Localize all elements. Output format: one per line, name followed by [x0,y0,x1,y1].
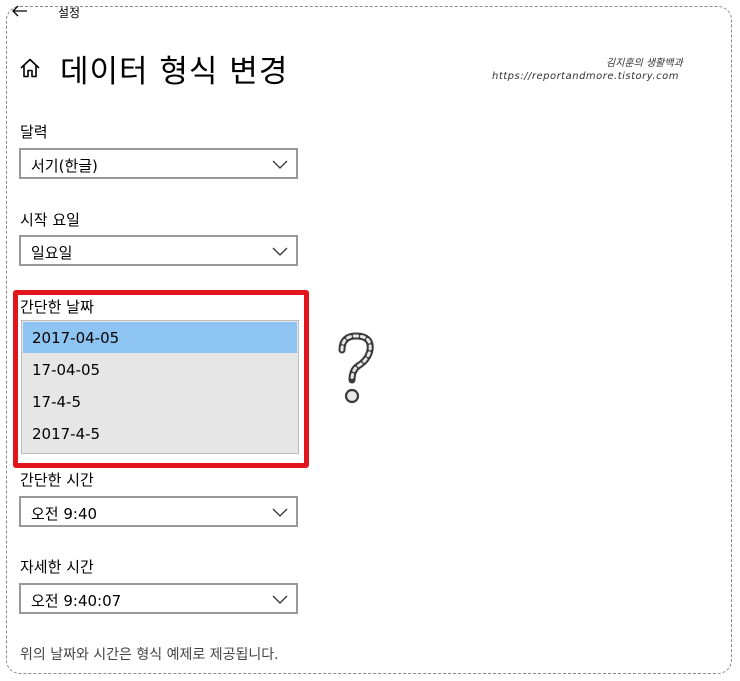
long-time-select[interactable]: 오전 9:40:07 [19,583,298,614]
page-title: 데이터 형식 변경 [60,54,289,90]
calendar-value: 서기(한글) [31,157,98,175]
first-day-select[interactable]: 일요일 [19,235,298,266]
calendar-select[interactable]: 서기(한글) [19,148,298,179]
chevron-down-icon [272,508,288,517]
first-day-label: 시작 요일 [20,211,80,229]
arrow-left-icon [12,5,27,17]
home-icon[interactable] [18,56,42,80]
calendar-label: 달력 [20,123,48,141]
window-title: 설정 [58,6,81,20]
short-date-label: 간단한 날짜 [20,298,94,316]
short-time-label: 간단한 시간 [20,471,94,489]
long-time-label: 자세한 시간 [20,558,94,576]
short-date-option[interactable]: 2017-4-5 [23,418,297,449]
short-date-option[interactable]: 17-4-5 [23,386,297,417]
question-mark-icon [338,332,374,404]
back-button[interactable] [10,2,30,20]
watermark-name: 김지훈의 생활백과 [606,58,683,69]
first-day-value: 일요일 [31,244,73,262]
footer-note: 위의 날짜와 시간은 형식 예제로 제공됩니다. [20,647,279,663]
short-time-select[interactable]: 오전 9:40 [19,496,298,527]
chevron-down-icon [272,247,288,256]
chevron-down-icon [272,595,288,604]
short-time-value: 오전 9:40 [31,505,98,523]
short-date-dropdown[interactable]: 2017-04-05 17-04-05 17-4-5 2017-4-5 [21,320,299,454]
chevron-down-icon [272,160,288,169]
long-time-value: 오전 9:40:07 [31,592,122,610]
watermark-url: https://reportandmore.tistory.com [492,71,679,82]
short-date-option[interactable]: 2017-04-05 [23,322,297,353]
short-date-option[interactable]: 17-04-05 [23,354,297,385]
